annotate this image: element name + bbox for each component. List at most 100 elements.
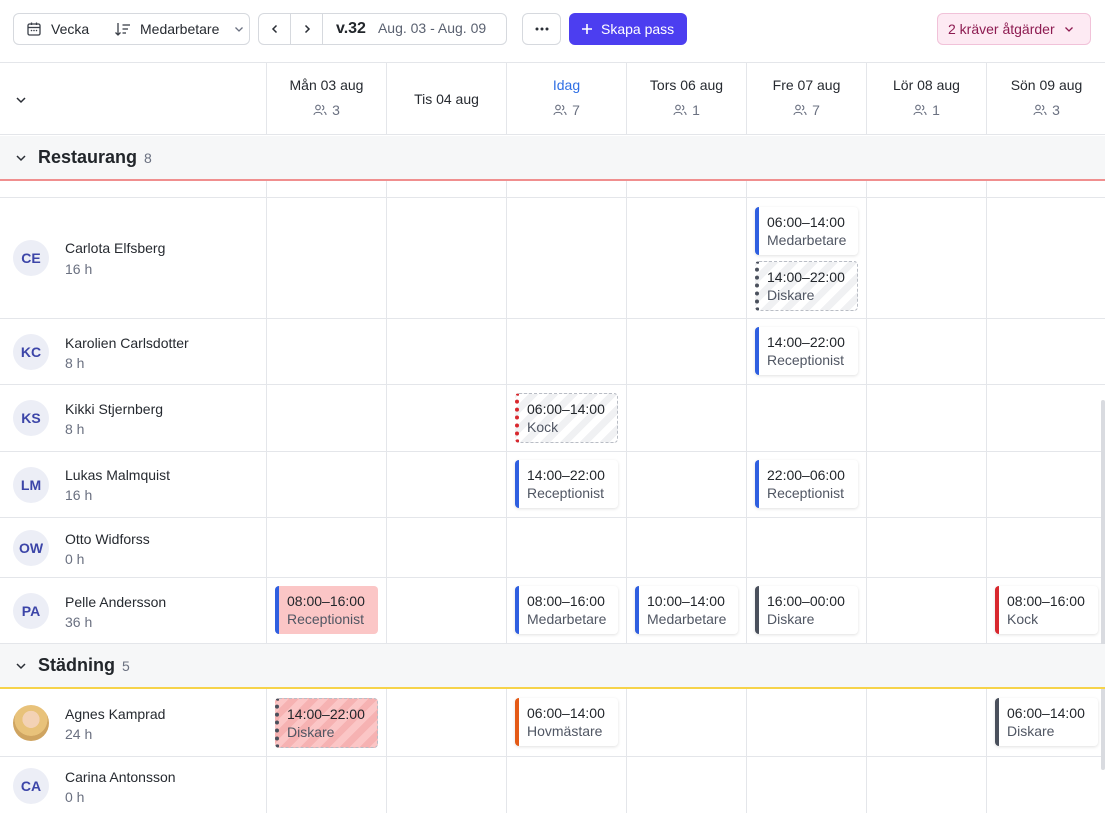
employee-hours: 16 h xyxy=(65,487,93,503)
shift-card[interactable]: 06:00–14:00 Medarbetare xyxy=(755,207,858,255)
employee-cell[interactable]: KC Karolien Carlsdotter 8 h xyxy=(0,319,266,384)
avatar: KS xyxy=(13,400,49,436)
group-title: Restaurang xyxy=(38,147,138,167)
shift-card[interactable]: 08:00–16:00 Kock xyxy=(995,586,1098,634)
users-icon xyxy=(313,104,327,116)
employee-cell[interactable]: KS Kikki Stjernberg 8 h xyxy=(0,385,266,451)
staff-count: 3 xyxy=(1033,102,1060,118)
table-row: KS Kikki Stjernberg 8 h 06:00–14:00 Kock xyxy=(0,385,1105,452)
shift-card[interactable]: 06:00–14:00 Diskare xyxy=(995,698,1098,746)
table-row xyxy=(0,181,1105,198)
chevron-right-icon xyxy=(304,24,310,34)
staff-count: 7 xyxy=(793,102,820,118)
avatar: CE xyxy=(13,240,49,276)
avatar: OW xyxy=(13,530,49,566)
employee-hours: 16 h xyxy=(65,261,93,277)
day-header-tue[interactable]: Tis 04 aug xyxy=(386,63,506,135)
actions-required-button[interactable]: 2 kräver åtgärder xyxy=(937,13,1091,45)
day-header-today[interactable]: Idag 7 xyxy=(506,63,626,135)
day-header-mon[interactable]: Mån 03 aug 3 xyxy=(266,63,386,135)
day-name: Mån 03 aug xyxy=(289,77,364,93)
users-icon xyxy=(673,104,687,116)
shift-card[interactable]: 14:00–22:00 Receptionist xyxy=(515,460,618,508)
employee-name: Agnes Kamprad xyxy=(65,706,166,722)
chevron-down-icon[interactable] xyxy=(14,151,28,165)
employee-name: Otto Widforss xyxy=(65,531,150,547)
group-count: 8 xyxy=(144,149,152,166)
week-number: v.32 xyxy=(336,20,366,37)
shift-card[interactable]: 22:00–06:00 Receptionist xyxy=(755,460,858,508)
employee-cell[interactable]: PA Pelle Andersson 36 h xyxy=(0,578,266,643)
avatar: KC xyxy=(13,334,49,370)
employee-hours: 8 h xyxy=(65,421,85,437)
more-horizontal-icon xyxy=(535,27,548,31)
staff-count: 1 xyxy=(913,102,940,118)
view-label: Vecka xyxy=(51,21,90,37)
create-shift-label: Skapa pass xyxy=(601,21,675,37)
shift-card-draft[interactable]: 14:00–22:00 Diskare xyxy=(275,698,378,748)
toolbar: Vecka Medarbetare v.32 Aug. 03 - Aug. 09… xyxy=(0,0,1105,63)
week-navigation: v.32 Aug. 03 - Aug. 09 xyxy=(258,13,507,45)
employee-name: Kikki Stjernberg xyxy=(65,401,164,417)
day-header-fri[interactable]: Fre 07 aug 7 xyxy=(746,63,866,135)
collapse-all-icon[interactable] xyxy=(14,93,28,107)
day-name: Tors 06 aug xyxy=(649,77,724,93)
chevron-down-icon xyxy=(235,27,244,32)
employee-cell[interactable]: Agnes Kamprad 24 h xyxy=(0,690,266,756)
day-header-sun[interactable]: Sön 09 aug 3 xyxy=(986,63,1105,135)
table-row: CE Carlota Elfsberg 16 h 06:00–14:00 Med… xyxy=(0,198,1105,319)
day-name: Idag xyxy=(552,77,581,93)
vertical-scrollbar[interactable] xyxy=(1101,400,1105,770)
day-header-sat[interactable]: Lör 08 aug 1 xyxy=(866,63,986,135)
employee-cell[interactable]: LM Lukas Malmquist 16 h xyxy=(0,452,266,517)
users-icon xyxy=(913,104,927,116)
day-name: Sön 09 aug xyxy=(1010,77,1083,93)
shift-card-conflict[interactable]: 08:00–16:00 Receptionist xyxy=(275,586,378,634)
staff-count: 7 xyxy=(553,102,580,118)
shift-card[interactable]: 08:00–16:00 Medarbetare xyxy=(515,586,618,634)
employee-hours: 36 h xyxy=(65,614,93,630)
employee-name: Carlota Elfsberg xyxy=(65,240,166,256)
employee-name: Carina Antonsson xyxy=(65,769,176,785)
chevron-down-icon[interactable] xyxy=(14,659,28,673)
week-picker[interactable]: v.32 Aug. 03 - Aug. 09 xyxy=(323,20,486,38)
users-icon xyxy=(553,104,567,116)
shift-card-draft[interactable]: 14:00–22:00 Diskare xyxy=(755,261,858,311)
more-options-button[interactable] xyxy=(522,13,561,45)
employee-cell[interactable]: CA Carina Antonsson 0 h xyxy=(0,757,266,813)
shift-card[interactable]: 14:00–22:00 Receptionist xyxy=(755,327,858,375)
schedule-header: Mån 03 aug 3 Tis 04 aug Idag 7 Tors 06 a… xyxy=(0,63,1105,135)
staff-count: 3 xyxy=(313,102,340,118)
users-icon xyxy=(793,104,807,116)
employee-name: Karolien Carlsdotter xyxy=(65,335,189,351)
plus-icon xyxy=(582,24,592,34)
table-row: KC Karolien Carlsdotter 8 h 14:00–22:00 … xyxy=(0,319,1105,385)
group-header-stadning[interactable]: Städning 5 xyxy=(0,644,1105,689)
prev-week-button[interactable] xyxy=(259,14,291,44)
group-title: Städning xyxy=(38,655,115,675)
shift-card[interactable]: 06:00–14:00 Hovmästare xyxy=(515,698,618,746)
create-shift-button[interactable]: Skapa pass xyxy=(569,13,687,45)
day-name: Tis 04 aug xyxy=(414,91,479,107)
shift-card[interactable]: 10:00–14:00 Medarbetare xyxy=(635,586,738,634)
group-header-restaurang[interactable]: Restaurang 8 xyxy=(0,136,1105,181)
employee-cell[interactable]: CE Carlota Elfsberg 16 h xyxy=(0,198,266,318)
day-header-thu[interactable]: Tors 06 aug 1 xyxy=(626,63,746,135)
employee-cell[interactable]: OW Otto Widforss 0 h xyxy=(0,518,266,577)
calendar-icon xyxy=(27,22,41,36)
employee-name: Pelle Andersson xyxy=(65,594,167,610)
day-name: Fre 07 aug xyxy=(772,77,841,93)
shift-card-draft[interactable]: 06:00–14:00 Kock xyxy=(515,393,618,443)
staff-count: 1 xyxy=(673,102,700,118)
chevron-left-icon xyxy=(271,24,277,34)
view-select[interactable]: Vecka xyxy=(14,14,106,44)
table-row: PA Pelle Andersson 36 h 08:00–16:00 Rece… xyxy=(0,578,1105,644)
employee-hours: 8 h xyxy=(65,355,85,371)
schedule-grid: CE Carlota Elfsberg 16 h 06:00–14:00 Med… xyxy=(0,136,1105,813)
sort-select[interactable]: Medarbetare xyxy=(106,14,249,44)
next-week-button[interactable] xyxy=(291,14,323,44)
table-row: CA Carina Antonsson 0 h xyxy=(0,757,1105,813)
shift-card[interactable]: 16:00–00:00 Diskare xyxy=(755,586,858,634)
employee-hours: 24 h xyxy=(65,726,93,742)
sort-label: Medarbetare xyxy=(140,21,220,37)
